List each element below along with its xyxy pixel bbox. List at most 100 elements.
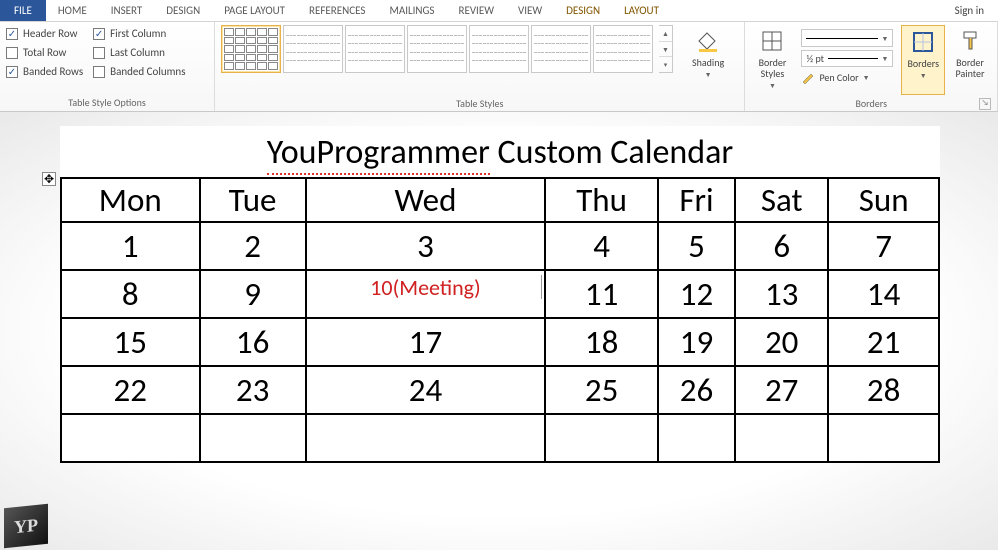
table-title[interactable]: YouProgrammer Custom Calendar xyxy=(61,126,939,177)
calendar-cell[interactable]: 13 xyxy=(735,270,828,318)
day-header[interactable]: Sat xyxy=(735,178,828,222)
calendar-cell[interactable]: 15 xyxy=(61,318,200,366)
chevron-down-icon: ▼ xyxy=(769,81,776,90)
calendar-cell[interactable]: 23 xyxy=(200,366,306,414)
tab-mailings[interactable]: MAILINGS xyxy=(377,0,446,21)
tab-page-layout[interactable]: PAGE LAYOUT xyxy=(212,0,297,21)
chk-first-column[interactable]: ✓First Column xyxy=(93,27,185,40)
calendar-cell[interactable]: 24 xyxy=(306,366,546,414)
calendar-cell[interactable]: 11 xyxy=(545,270,657,318)
borders-icon xyxy=(908,28,938,56)
tab-review[interactable]: REVIEW xyxy=(446,0,506,21)
day-header[interactable]: Wed xyxy=(306,178,546,222)
calendar-cell[interactable]: 17 xyxy=(306,318,546,366)
day-header[interactable]: Thu xyxy=(545,178,657,222)
calendar-cell[interactable]: 2 xyxy=(200,222,306,270)
calendar-cell[interactable]: 6 xyxy=(735,222,828,270)
day-header[interactable]: Tue xyxy=(200,178,306,222)
chevron-down-icon: ▼ xyxy=(882,34,889,43)
chevron-down-icon: ▼ xyxy=(863,73,870,82)
table-style-thumb[interactable] xyxy=(283,25,343,73)
tab-design[interactable]: DESIGN xyxy=(154,0,212,21)
calendar-cell[interactable]: 5 xyxy=(658,222,735,270)
pen-width-picker[interactable]: ½ pt▼ xyxy=(801,50,893,67)
group-label: Table Style Options xyxy=(68,96,146,109)
chevron-down-icon: ▼ xyxy=(882,54,889,63)
calendar-cell[interactable]: 28 xyxy=(828,366,939,414)
tab-table-design[interactable]: DESIGN xyxy=(554,0,612,21)
table-style-thumb[interactable] xyxy=(345,25,405,73)
calendar-cell[interactable]: 25 xyxy=(545,366,657,414)
table-move-handle[interactable]: ✥ xyxy=(42,172,56,186)
chk-label: First Column xyxy=(110,27,166,40)
calendar-cell[interactable]: 22 xyxy=(61,366,200,414)
day-header[interactable]: Sun xyxy=(828,178,939,222)
group-label: Table Styles xyxy=(456,97,503,110)
chk-banded-columns[interactable]: Banded Columns xyxy=(93,65,185,78)
group-table-style-options: ✓Header Row Total Row ✓Banded Rows ✓Firs… xyxy=(0,22,215,111)
chk-total-row[interactable]: Total Row xyxy=(6,46,83,59)
chevron-down-icon: ▼ xyxy=(920,71,927,80)
sign-in-link[interactable]: Sign in xyxy=(941,0,998,21)
chk-label: Total Row xyxy=(23,46,66,59)
calendar-cell[interactable]: 9 xyxy=(200,270,306,318)
calendar-cell[interactable]: 1 xyxy=(61,222,200,270)
calendar-cell[interactable]: 8 xyxy=(61,270,200,318)
calendar-cell[interactable] xyxy=(735,414,828,462)
calendar-cell[interactable]: 14 xyxy=(828,270,939,318)
dialog-launcher-icon[interactable]: ↘ xyxy=(979,98,991,110)
table-style-thumb[interactable] xyxy=(407,25,467,73)
tab-insert[interactable]: INSERT xyxy=(99,0,155,21)
chk-label: Header Row xyxy=(23,27,78,40)
calendar-cell[interactable]: 21 xyxy=(828,318,939,366)
shading-button[interactable]: Shading ▼ xyxy=(687,25,729,95)
page: YouProgrammer Custom Calendar MonTueWedT… xyxy=(60,126,940,463)
calendar-cell[interactable]: 26 xyxy=(658,366,735,414)
calendar-cell[interactable]: 4 xyxy=(545,222,657,270)
calendar-cell[interactable]: 19 xyxy=(658,318,735,366)
chk-header-row[interactable]: ✓Header Row xyxy=(6,27,83,40)
pen-icon xyxy=(801,70,815,84)
tab-table-layout[interactable]: LAYOUT xyxy=(612,0,671,21)
chevron-down-icon: ▼ xyxy=(705,70,712,79)
pen-color-picker[interactable]: Pen Color ▼ xyxy=(801,70,893,84)
calendar-table[interactable]: YouProgrammer Custom Calendar MonTueWedT… xyxy=(60,126,940,463)
border-styles-button[interactable]: Border Styles ▼ xyxy=(751,25,793,95)
calendar-cell[interactable] xyxy=(200,414,306,462)
styles-gallery-more[interactable]: ▲▼▾ xyxy=(659,25,673,73)
tab-references[interactable]: REFERENCES xyxy=(297,0,377,21)
chk-banded-rows[interactable]: ✓Banded Rows xyxy=(6,65,83,78)
calendar-cell[interactable]: 18 xyxy=(545,318,657,366)
table-style-thumb[interactable] xyxy=(221,25,281,73)
chk-label: Banded Columns xyxy=(110,65,185,78)
calendar-cell[interactable]: 12 xyxy=(658,270,735,318)
calendar-cell[interactable] xyxy=(658,414,735,462)
table-style-thumb[interactable] xyxy=(593,25,653,73)
calendar-cell[interactable] xyxy=(545,414,657,462)
table-style-thumb[interactable] xyxy=(469,25,529,73)
tab-view[interactable]: VIEW xyxy=(506,0,554,21)
calendar-cell[interactable]: 16 xyxy=(200,318,306,366)
btn-label: Pen Color xyxy=(819,71,858,84)
chk-last-column[interactable]: Last Column xyxy=(93,46,185,59)
btn-label: Shading xyxy=(692,57,724,68)
calendar-cell[interactable] xyxy=(61,414,200,462)
calendar-cell[interactable]: 3 xyxy=(306,222,546,270)
line-style-picker[interactable]: ▼ xyxy=(801,29,893,47)
watermark-logo: YP xyxy=(4,504,48,549)
file-tab[interactable]: FILE xyxy=(0,0,46,21)
borders-button[interactable]: Borders ▼ xyxy=(901,25,945,95)
day-header[interactable]: Mon xyxy=(61,178,200,222)
tab-home[interactable]: HOME xyxy=(46,0,99,21)
group-borders: Border Styles ▼ ▼ ½ pt▼ Pen Color ▼ Bord… xyxy=(745,22,998,111)
calendar-cell[interactable]: 10(Meeting) xyxy=(306,270,546,318)
calendar-cell[interactable]: 27 xyxy=(735,366,828,414)
calendar-cell[interactable]: 20 xyxy=(735,318,828,366)
calendar-cell[interactable] xyxy=(828,414,939,462)
ribbon: ✓Header Row Total Row ✓Banded Rows ✓Firs… xyxy=(0,22,998,112)
day-header[interactable]: Fri xyxy=(658,178,735,222)
border-painter-button[interactable]: Border Painter xyxy=(949,25,991,95)
table-style-thumb[interactable] xyxy=(531,25,591,73)
calendar-cell[interactable] xyxy=(306,414,546,462)
calendar-cell[interactable]: 7 xyxy=(828,222,939,270)
